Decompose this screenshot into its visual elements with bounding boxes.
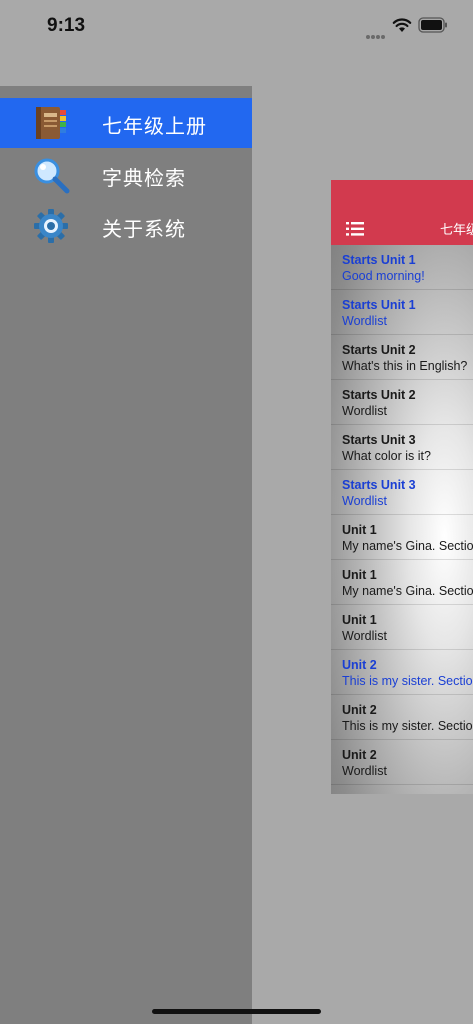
list-item[interactable]: Starts Unit 3 Wordlist: [331, 470, 473, 515]
list-item[interactable]: Unit 1 My name's Gina. Section: [331, 560, 473, 605]
list-item[interactable]: Unit 1 Wordlist: [331, 605, 473, 650]
list-item-subtitle: Good morning!: [342, 269, 425, 283]
cellular-signal-icon: [366, 26, 386, 44]
list-item[interactable]: Unit 2 This is my sister. Section: [331, 695, 473, 740]
menu-item-about-system[interactable]: 关于系统: [0, 201, 252, 251]
list-item[interactable]: Starts Unit 2 What's this in English?: [331, 335, 473, 380]
list-item-subtitle: Wordlist: [342, 764, 387, 778]
main-content-panel[interactable]: 七年级 Starts Unit 1 Good morning! Starts Uni…: [331, 180, 473, 794]
list-item-title: Starts Unit 1: [342, 298, 416, 312]
list-item-subtitle: Wordlist: [342, 629, 387, 643]
list-item-subtitle: Wordlist: [342, 404, 387, 418]
list-item-title: Starts Unit 1: [342, 253, 416, 267]
status-bar: 9:13: [0, 0, 473, 50]
nav-bar: 七年级: [331, 180, 473, 245]
gear-icon: [34, 209, 68, 243]
list-item-subtitle: My name's Gina. Section: [342, 584, 473, 598]
list-item-title: Starts Unit 3: [342, 478, 416, 492]
list-item-title: Unit 1: [342, 568, 377, 582]
list-item-title: Unit 1: [342, 523, 377, 537]
list-item[interactable]: Starts Unit 1 Wordlist: [331, 290, 473, 335]
list-item[interactable]: Starts Unit 3 What color is it?: [331, 425, 473, 470]
book-icon: [36, 107, 66, 139]
list-item-title: Unit 1: [342, 613, 377, 627]
list-item[interactable]: Starts Unit 1 Good morning!: [331, 245, 473, 290]
menu-item-dictionary-search[interactable]: 字典检索: [0, 150, 252, 200]
list-item-subtitle: This is my sister. Section: [342, 674, 473, 688]
lesson-list: Starts Unit 1 Good morning! Starts Unit 1 W…: [331, 245, 473, 785]
list-item-subtitle: What color is it?: [342, 449, 431, 463]
side-menu: 七年级上册 字典检索 关于系统: [0, 86, 252, 1024]
list-item-subtitle: What's this in English?: [342, 359, 468, 373]
nav-title: 七年级: [440, 223, 473, 238]
list-item-title: Starts Unit 2: [342, 343, 416, 357]
list-item-title: Unit 2: [342, 748, 377, 762]
status-time: 9:13: [47, 15, 86, 36]
list-item-subtitle: Wordlist: [342, 314, 387, 328]
list-item-title: Starts Unit 3: [342, 433, 416, 447]
list-item[interactable]: Unit 2 Wordlist: [331, 740, 473, 785]
home-indicator[interactable]: [152, 1009, 321, 1014]
menu-item-label: 字典检索: [102, 166, 186, 190]
list-item-subtitle: Wordlist: [342, 494, 387, 508]
menu-item-label: 七年级上册: [102, 114, 207, 138]
menu-icon[interactable]: [346, 222, 364, 236]
menu-item-label: 关于系统: [102, 217, 186, 241]
list-item[interactable]: Starts Unit 2 Wordlist: [331, 380, 473, 425]
list-item-subtitle: This is my sister. Section: [342, 719, 473, 733]
list-item[interactable]: Unit 1 My name's Gina. Section: [331, 515, 473, 560]
menu-item-grade7-vol1[interactable]: 七年级上册: [0, 98, 252, 148]
list-item-title: Unit 2: [342, 703, 377, 717]
list-item-title: Unit 2: [342, 658, 377, 672]
battery-icon: [418, 17, 447, 33]
list-item-title: Starts Unit 2: [342, 388, 416, 402]
wifi-icon: [392, 18, 412, 32]
magnifier-icon: [34, 158, 70, 194]
list-item-subtitle: My name's Gina. Section: [342, 539, 473, 553]
list-item[interactable]: Unit 2 This is my sister. Section: [331, 650, 473, 695]
